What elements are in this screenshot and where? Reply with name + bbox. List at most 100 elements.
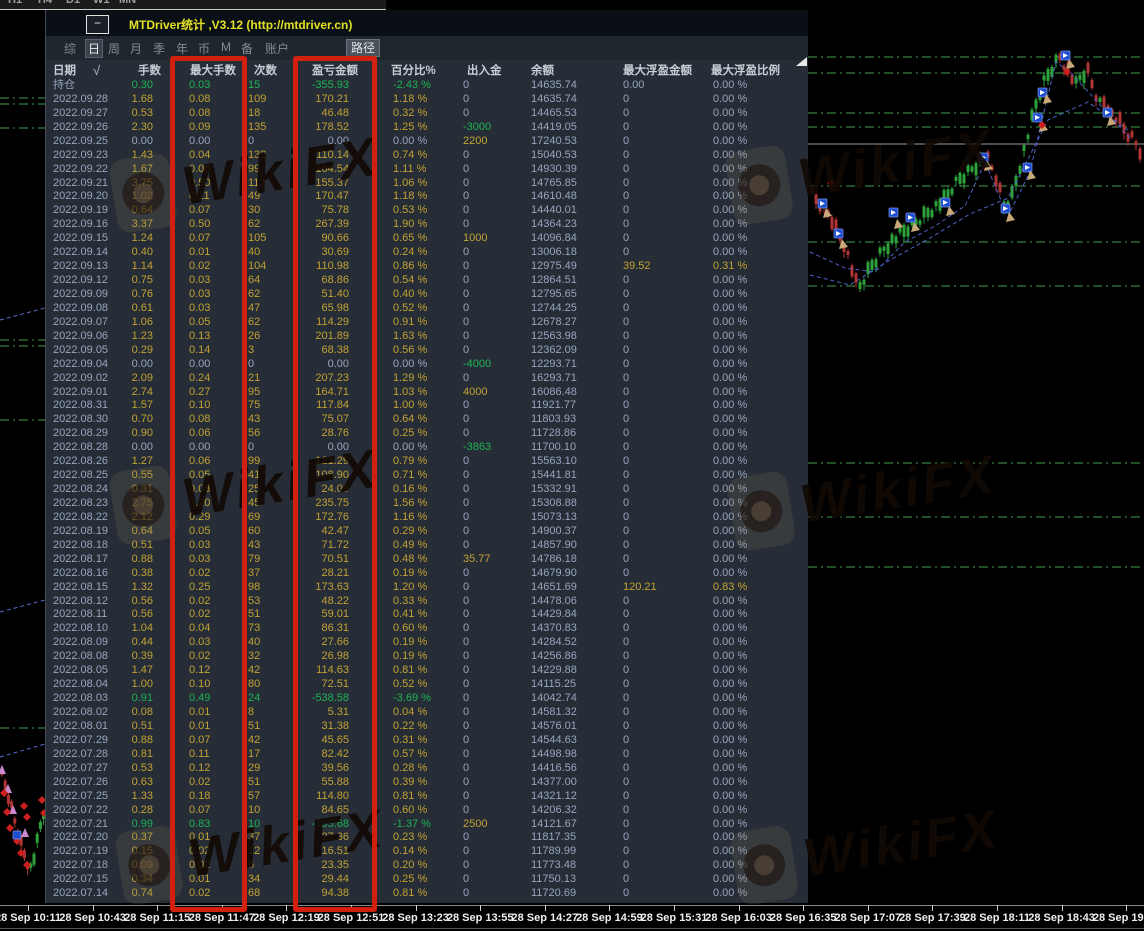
table-row[interactable]: 2022.09.040.000.0000.000.00 %-400012293.… <box>46 358 808 372</box>
timeframe-button-mn[interactable]: MN <box>119 0 136 6</box>
table-row[interactable]: 2022.08.030.910.4924-538.58-3.69 %014042… <box>46 692 808 706</box>
table-row[interactable]: 2022.09.061.230.1326201.891.63 %012563.9… <box>46 330 808 344</box>
timeframe-button-d1[interactable]: D1 <box>66 0 80 6</box>
timeframe-button-h1[interactable]: H1 <box>8 0 22 6</box>
table-row[interactable]: 2022.09.190.640.073075.780.53 %014440.01… <box>46 204 808 218</box>
tab-账户[interactable]: 账户 <box>265 40 289 57</box>
table-row[interactable]: 2022.09.270.530.081846.480.32 %014465.53… <box>46 107 808 121</box>
cell: 14635.74 <box>531 93 611 106</box>
table-row[interactable]: 2022.09.050.290.14368.380.56 %012362.090… <box>46 344 808 358</box>
table-row[interactable]: 2022.08.250.550.0541108.900.71 %015441.8… <box>46 469 808 483</box>
timeframe-button-w1[interactable]: W1 <box>93 0 110 6</box>
table-row[interactable]: 2022.08.151.320.2598173.631.20 %014651.6… <box>46 581 808 595</box>
table-row[interactable]: 2022.07.180.090.02623.350.20 %011773.480… <box>46 859 808 873</box>
table-row[interactable]: 2022.07.260.630.025155.880.39 %014377.00… <box>46 776 808 790</box>
table-row[interactable]: 2022.07.251.330.1857114.800.81 %014321.1… <box>46 790 808 804</box>
table-row[interactable]: 2022.08.240.310.032524.030.16 %015332.91… <box>46 483 808 497</box>
table-row[interactable]: 2022.08.041.000.108072.510.52 %014115.25… <box>46 678 808 692</box>
table-row[interactable]: 2022.09.201.020.1149170.471.18 %014610.4… <box>46 190 808 204</box>
table-row[interactable]: 2022.09.071.060.0562114.290.91 %012678.2… <box>46 316 808 330</box>
table-row[interactable]: 2022.09.140.400.014030.690.24 %013006.18… <box>46 246 808 260</box>
cell: 0 <box>463 455 523 468</box>
table-row[interactable]: 2022.09.213.750.50112155.371.06 %014765.… <box>46 177 808 191</box>
table-row[interactable]: 2022.08.080.390.023226.980.19 %014256.86… <box>46 650 808 664</box>
table-row[interactable]: 2022.07.280.810.111782.420.57 %014498.98… <box>46 748 808 762</box>
cell: 13006.18 <box>531 246 611 259</box>
table-row[interactable]: 2022.07.290.880.074245.650.31 %014544.63… <box>46 734 808 748</box>
cell: 0 <box>623 107 703 120</box>
path-button[interactable]: 路径 <box>346 39 380 57</box>
table-row[interactable]: 2022.08.261.270.0699121.290.79 %015563.1… <box>46 455 808 469</box>
table-row[interactable]: 2022.08.290.900.065628.760.25 %011728.86… <box>46 427 808 441</box>
table-row[interactable]: 2022.08.051.470.1242114.630.81 %014229.8… <box>46 664 808 678</box>
table-row[interactable]: 2022.09.080.610.034765.980.52 %012744.25… <box>46 302 808 316</box>
table-row[interactable]: 2022.08.232.750.2045235.751.56 %015308.8… <box>46 497 808 511</box>
minimize-button[interactable]: − <box>86 15 109 34</box>
table-row[interactable]: 2022.07.140.740.026894.380.81 %011720.69… <box>46 887 808 901</box>
cell: 120.21 <box>623 581 703 594</box>
table-row[interactable]: 2022.08.120.560.025348.220.33 %014478.06… <box>46 595 808 609</box>
table-row[interactable]: 2022.07.190.150.021216.510.14 %011789.99… <box>46 845 808 859</box>
cell: 14121.67 <box>531 818 611 831</box>
table-row[interactable]: 2022.08.311.570.1075117.841.00 %011921.7… <box>46 399 808 413</box>
table-row[interactable]: 2022.07.210.990.8310-195.68-1.37 %250014… <box>46 818 808 832</box>
table-row[interactable]: 2022.08.190.640.056042.470.29 %014900.37… <box>46 525 808 539</box>
table-row[interactable]: 2022.08.222.120.2969172.761.16 %015073.1… <box>46 511 808 525</box>
table-row[interactable]: 2022.08.090.440.034027.660.19 %014284.52… <box>46 636 808 650</box>
tab-年[interactable]: 年 <box>176 40 188 57</box>
tab-综[interactable]: 综 <box>64 40 76 57</box>
table-row[interactable]: 2022.09.131.140.02104110.980.86 %012975.… <box>46 260 808 274</box>
table-row[interactable]: 2022.08.010.510.015131.380.22 %014576.01… <box>46 720 808 734</box>
table-row[interactable]: 2022.07.150.340.013429.440.25 %011750.13… <box>46 873 808 887</box>
table-row[interactable]: 2022.07.270.530.122939.560.28 %014416.56… <box>46 762 808 776</box>
table-row[interactable]: 2022.09.022.090.2421207.231.29 %016293.7… <box>46 372 808 386</box>
tab-备[interactable]: 备 <box>241 40 253 57</box>
table-row[interactable]: 2022.09.120.750.036468.860.54 %012864.51… <box>46 274 808 288</box>
tab-M[interactable]: M <box>221 40 231 54</box>
table-row[interactable]: 2022.09.231.430.04132110.140.74 %015040.… <box>46 149 808 163</box>
table-row[interactable]: 2022.09.250.000.0000.000.00 %220017240.5… <box>46 135 808 149</box>
check-icon[interactable]: √ <box>93 63 100 78</box>
sell-diamond-marker-icon <box>23 813 31 821</box>
tab-季[interactable]: 季 <box>153 40 165 57</box>
cell: 0 <box>623 330 703 343</box>
table-row[interactable]: 2022.09.163.370.5062267.391.90 %014364.2… <box>46 218 808 232</box>
table-row[interactable]: 2022.09.281.680.08109170.211.18 %014635.… <box>46 93 808 107</box>
cell: 0.99 <box>108 818 153 831</box>
table-row[interactable]: 2022.08.180.510.034371.720.49 %014857.90… <box>46 539 808 553</box>
table-row-open-positions[interactable]: 持仓0.300.0315-355.93-2.43 %014635.740.000… <box>46 79 808 93</box>
table-row[interactable]: 2022.09.151.240.0710590.660.65 %10001409… <box>46 232 808 246</box>
table-row[interactable]: 2022.09.221.670.0699164.541.11 %014930.3… <box>46 163 808 177</box>
table-row[interactable]: 2022.07.220.280.071084.650.60 %014206.32… <box>46 804 808 818</box>
cell: 14765.85 <box>531 177 611 190</box>
tab-日[interactable]: 日 <box>85 39 103 58</box>
cell: 0 <box>463 427 523 440</box>
cell: 14321.12 <box>531 790 611 803</box>
tab-币[interactable]: 币 <box>198 40 210 57</box>
table-row[interactable]: 2022.09.090.760.036251.400.40 %012795.65… <box>46 288 808 302</box>
table-row[interactable]: 2022.08.300.700.084375.070.64 %011803.93… <box>46 413 808 427</box>
table-row[interactable]: 2022.08.170.880.037970.510.48 %35.771478… <box>46 553 808 567</box>
cell: 0 <box>463 497 523 510</box>
table-row[interactable]: 2022.08.110.560.025159.010.41 %014429.84… <box>46 608 808 622</box>
tab-周[interactable]: 周 <box>108 40 120 57</box>
cell: 14229.88 <box>531 664 611 677</box>
table-row[interactable]: 2022.09.262.300.09135178.521.25 %-300014… <box>46 121 808 135</box>
table-row[interactable]: 2022.08.020.080.0185.310.04 %014581.3200… <box>46 706 808 720</box>
table-row[interactable]: 2022.08.280.000.0000.000.00 %-386311700.… <box>46 441 808 455</box>
cell: 1.24 <box>108 232 153 245</box>
table-row[interactable]: 2022.09.012.740.2795164.711.03 %40001608… <box>46 386 808 400</box>
table-row[interactable]: 2022.08.101.040.047386.310.60 %014370.83… <box>46 622 808 636</box>
cell: 0 <box>623 595 703 608</box>
tab-月[interactable]: 月 <box>130 40 142 57</box>
table-row[interactable]: 2022.07.200.370.013727.360.23 %011817.35… <box>46 831 808 845</box>
buy-arrow-marker-icon <box>13 831 21 839</box>
timeframe-button-h4[interactable]: H4 <box>38 0 52 6</box>
cell: 0 <box>463 859 523 872</box>
cell: 0.86 % <box>393 260 453 273</box>
cell: 0.00 % <box>713 692 801 705</box>
cell: 14370.83 <box>531 622 611 635</box>
cell: 0.00 % <box>713 344 801 357</box>
table-row[interactable]: 2022.08.160.380.023728.210.19 %014679.90… <box>46 567 808 581</box>
cell: 0.34 <box>108 873 153 886</box>
